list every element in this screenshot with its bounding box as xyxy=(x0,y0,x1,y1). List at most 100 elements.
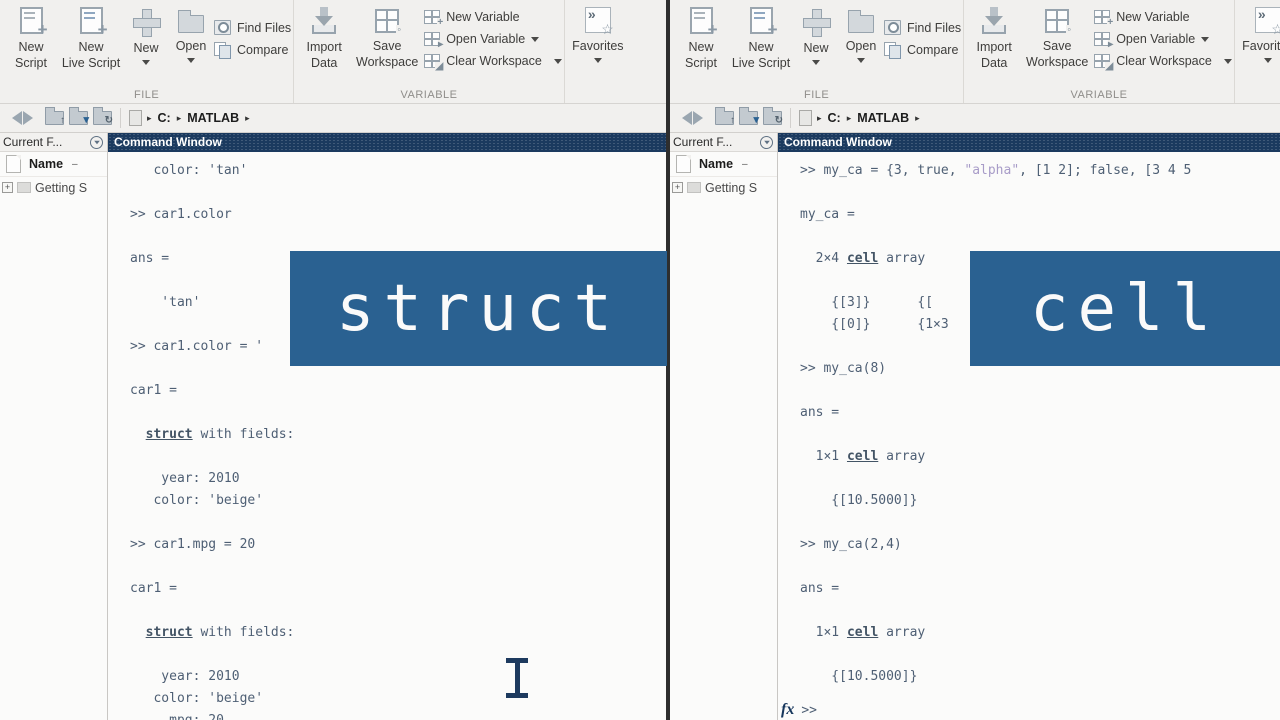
file-section-label: FILE xyxy=(0,89,293,101)
current-folder-title: Current F... xyxy=(3,135,62,149)
save-workspace-button[interactable]: ◦ SaveWorkspace xyxy=(1020,4,1094,71)
open-button[interactable]: Open xyxy=(168,4,214,63)
fx-button[interactable]: fx xyxy=(781,701,794,719)
text-cursor-icon xyxy=(506,658,528,698)
chevron-down-icon xyxy=(1201,37,1209,42)
folder-columns-header[interactable]: Name – xyxy=(670,152,777,177)
command-window-output-right[interactable]: >> my_ca = {3, true, "alpha", [1 2]; fal… xyxy=(778,152,1280,720)
separator xyxy=(790,108,791,128)
breadcrumb-folder[interactable]: MATLAB xyxy=(187,111,239,125)
new-live-script-icon xyxy=(750,7,773,34)
panel-menu-icon[interactable] xyxy=(760,136,773,149)
output-hyperlink[interactable]: cell xyxy=(847,449,878,464)
cell-banner: cell xyxy=(970,251,1280,366)
import-data-button[interactable]: ImportData xyxy=(968,4,1020,72)
sort-indicator-icon: – xyxy=(72,159,78,170)
clear-workspace-icon: ◢ xyxy=(1094,54,1110,68)
command-window-titlebar[interactable]: Command Window xyxy=(108,133,666,152)
clear-workspace-label: Clear Workspace xyxy=(446,54,542,68)
name-column-header[interactable]: Name xyxy=(699,157,733,171)
output-hyperlink[interactable]: struct xyxy=(146,427,193,442)
save-workspace-button[interactable]: ◦ SaveWorkspace xyxy=(350,4,424,71)
output-hyperlink[interactable]: struct xyxy=(146,625,193,640)
output-hyperlink[interactable]: cell xyxy=(847,625,878,640)
new-script-label-2: Script xyxy=(15,56,47,70)
new-live-script-button[interactable]: NewLive Script xyxy=(728,4,794,72)
new-live-script-button[interactable]: NewLive Script xyxy=(58,4,124,72)
new-script-button[interactable]: New Script xyxy=(4,4,58,72)
breadcrumb: ▸ C: ▸ MATLAB ▸ xyxy=(817,111,920,125)
clear-workspace-icon: ◢ xyxy=(424,54,440,68)
compare-button[interactable]: Compare xyxy=(214,42,291,57)
find-files-icon xyxy=(884,20,901,35)
folder-search-icon[interactable]: ↻ xyxy=(93,111,112,125)
find-files-icon xyxy=(214,20,231,35)
new-button[interactable]: New xyxy=(794,4,838,65)
favorites-icon xyxy=(1255,7,1280,33)
name-column-header[interactable]: Name xyxy=(29,157,63,171)
open-variable-icon: ▸ xyxy=(424,32,440,46)
compare-button[interactable]: Compare xyxy=(884,42,961,57)
favorites-button[interactable]: Favorites xyxy=(569,4,627,63)
chevron-down-icon xyxy=(857,58,865,63)
find-files-button[interactable]: Find Files xyxy=(214,20,291,35)
ribbon-section-file: New Script NewLive Script New Open xyxy=(0,0,294,103)
file-section-label: FILE xyxy=(670,89,963,101)
compare-icon xyxy=(214,42,231,57)
folder-item-getting-started[interactable]: + Getting S xyxy=(670,177,777,198)
output-hyperlink[interactable]: cell xyxy=(847,251,878,266)
command-window-titlebar[interactable]: Command Window xyxy=(778,133,1280,152)
file-icon xyxy=(6,155,21,173)
folder-item-label: Getting S xyxy=(35,181,87,195)
folder-search-icon[interactable]: ↻ xyxy=(763,111,782,125)
find-files-button[interactable]: Find Files xyxy=(884,20,961,35)
open-label: Open xyxy=(846,38,877,54)
open-label: Open xyxy=(176,38,207,54)
back-arrow-icon[interactable] xyxy=(5,111,22,125)
clear-workspace-button[interactable]: ◢ Clear Workspace xyxy=(1094,54,1232,68)
open-variable-button[interactable]: ▸ Open Variable xyxy=(424,32,562,46)
panel-menu-icon[interactable] xyxy=(90,136,103,149)
back-arrow-icon[interactable] xyxy=(675,111,692,125)
folder-up-icon[interactable]: ↑ xyxy=(715,111,734,125)
favorites-label: Favorites xyxy=(1242,38,1280,54)
open-button[interactable]: Open xyxy=(838,4,884,63)
forward-arrow-icon[interactable] xyxy=(693,111,710,125)
import-data-button[interactable]: ImportData xyxy=(298,4,350,72)
clear-workspace-button[interactable]: ◢ Clear Workspace xyxy=(424,54,562,68)
new-variable-button[interactable]: + New Variable xyxy=(1094,10,1232,24)
current-folder-panel-left: Current F... Name – + Getting S xyxy=(0,133,108,720)
folder-item-getting-started[interactable]: + Getting S xyxy=(0,177,107,198)
new-variable-label: New Variable xyxy=(446,10,519,24)
expand-plus-icon[interactable]: + xyxy=(2,182,13,193)
save-label-2: Workspace xyxy=(356,55,418,69)
new-button[interactable]: New xyxy=(124,4,168,65)
new-script-label-1: New xyxy=(18,40,43,54)
new-script-label-1: New xyxy=(688,40,713,54)
import-label-2: Data xyxy=(311,56,337,70)
breadcrumb-arrow-icon: ▸ xyxy=(847,113,852,124)
open-variable-button[interactable]: ▸ Open Variable xyxy=(1094,32,1232,46)
breadcrumb-drive[interactable]: C: xyxy=(828,111,841,125)
new-script-button[interactable]: NewScript xyxy=(674,4,728,72)
breadcrumb-arrow-icon: ▸ xyxy=(147,113,152,124)
expand-plus-icon[interactable]: + xyxy=(672,182,683,193)
folder-cloud-icon[interactable]: ▾ xyxy=(739,111,758,125)
open-folder-icon xyxy=(848,15,874,33)
favorites-button[interactable]: Favorites xyxy=(1239,4,1280,63)
command-window-output-left[interactable]: color: 'tan' >> car1.color ans = 'tan' >… xyxy=(108,152,666,720)
current-folder-header[interactable]: Current F... xyxy=(0,133,107,152)
folder-columns-header[interactable]: Name – xyxy=(0,152,107,177)
variable-section-label: VARIABLE xyxy=(294,89,564,101)
new-variable-button[interactable]: + New Variable xyxy=(424,10,562,24)
open-variable-label: Open Variable xyxy=(1116,32,1195,46)
breadcrumb-drive[interactable]: C: xyxy=(158,111,171,125)
folder-up-icon[interactable]: ↑ xyxy=(45,111,64,125)
chevron-down-icon xyxy=(142,60,150,65)
sort-indicator-icon: – xyxy=(742,159,748,170)
address-file-icon xyxy=(129,110,142,126)
breadcrumb-folder[interactable]: MATLAB xyxy=(857,111,909,125)
current-folder-header[interactable]: Current F... xyxy=(670,133,777,152)
forward-arrow-icon[interactable] xyxy=(23,111,40,125)
folder-cloud-icon[interactable]: ▾ xyxy=(69,111,88,125)
